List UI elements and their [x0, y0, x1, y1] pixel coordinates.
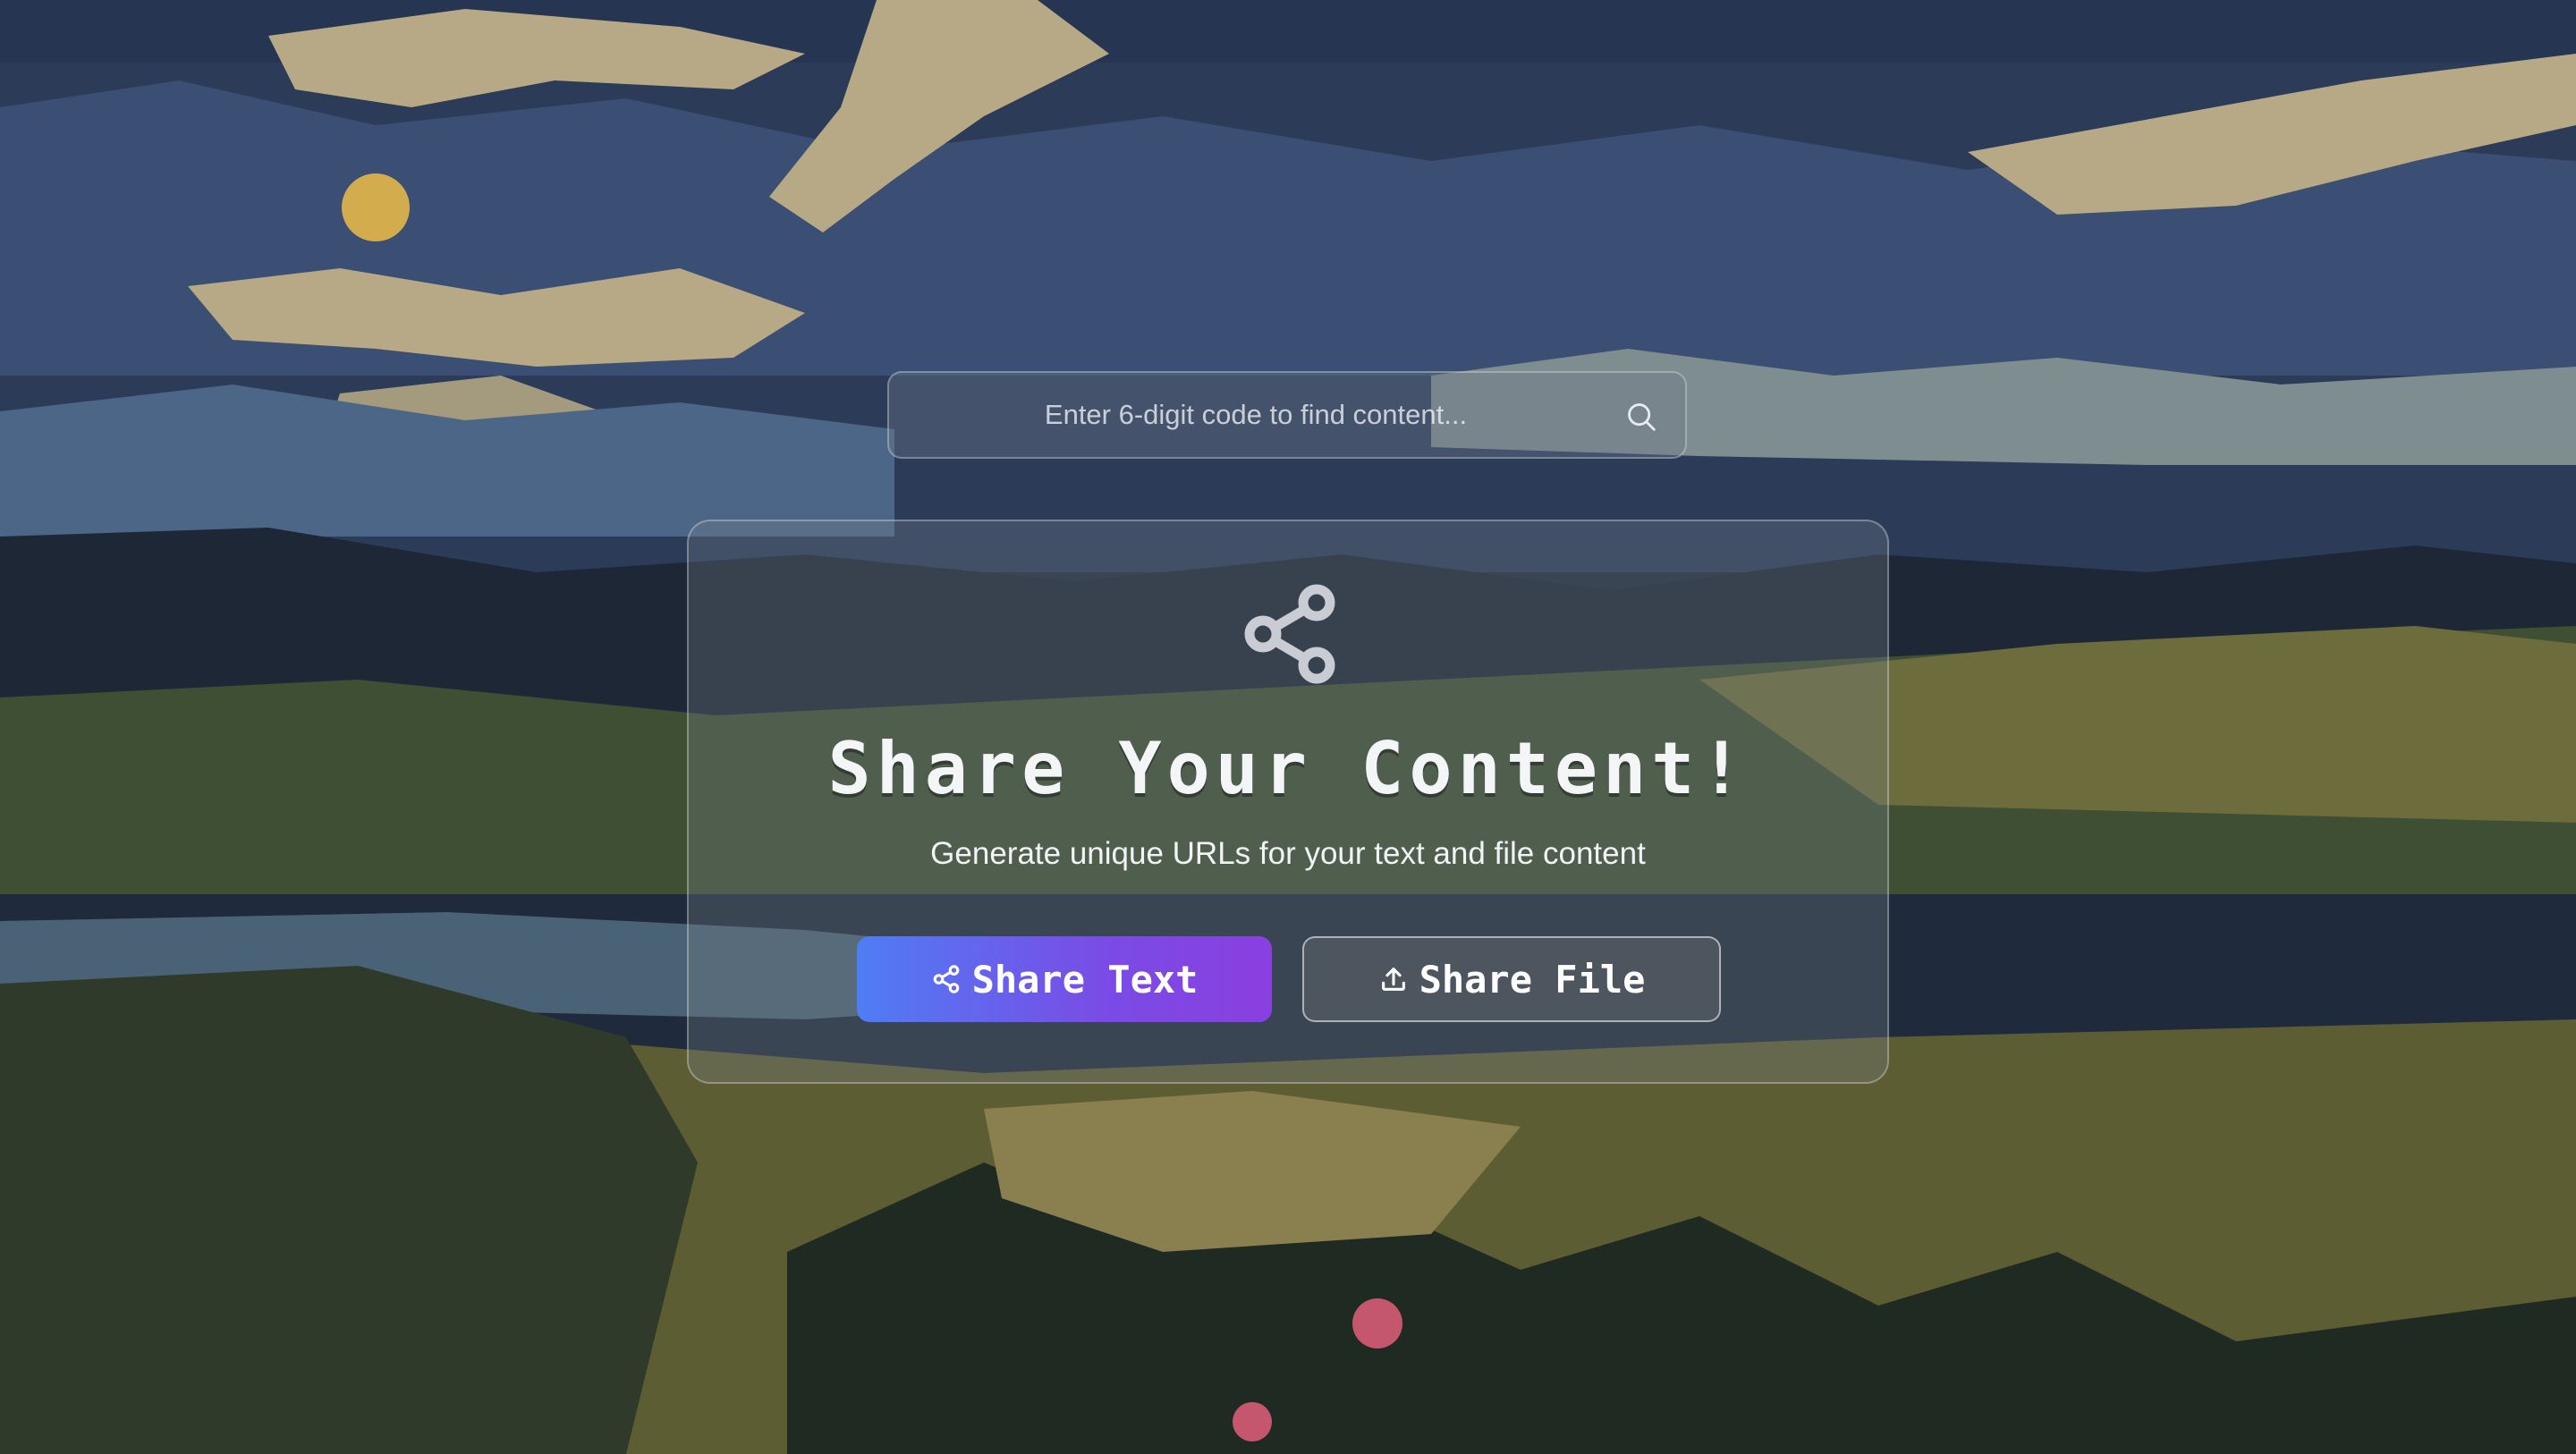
share-text-label: Share Text — [971, 957, 1199, 1002]
share-icon — [1244, 584, 1335, 684]
page-title: Share Your Content! — [827, 727, 1749, 810]
code-search-input[interactable] — [889, 373, 1685, 457]
upload-icon — [1381, 968, 1405, 991]
share-file-button[interactable]: Share File — [1302, 936, 1721, 1022]
search-icon[interactable] — [1624, 400, 1658, 434]
share-file-label: Share File — [1419, 957, 1646, 1002]
share-icon — [933, 965, 959, 993]
code-search-bar[interactable] — [887, 371, 1687, 459]
share-card: Share Your Content! Generate unique URLs… — [687, 520, 1889, 1084]
page-subtitle: Generate unique URLs for your text and f… — [930, 836, 1646, 871]
share-text-button[interactable]: Share Text — [857, 936, 1272, 1022]
